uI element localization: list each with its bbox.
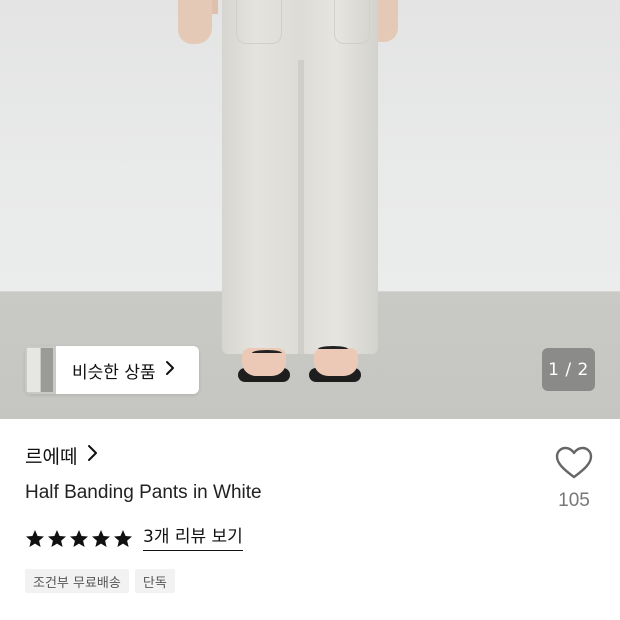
image-pants-left-leg [222,0,306,354]
star-filled-icon [48,530,66,547]
rating-row: 3개 리뷰 보기 [25,527,243,551]
product-tags: 조건부 무료배송 단독 [25,569,175,593]
product-image[interactable]: 비슷한 상품 1 / 2 [0,0,620,419]
chevron-right-icon [87,444,98,467]
image-sandal-strap-right [318,346,348,352]
tag-free-shipping: 조건부 무료배송 [25,569,129,593]
image-pocket-left [236,0,282,44]
brand-link[interactable]: 르에떼 [25,442,98,469]
similar-products-label-wrap: 비슷한 상품 [56,346,199,394]
similar-products-thumbnail [25,346,56,394]
product-title: Half Banding Pants in White [25,482,262,503]
image-sandal-strap-left [252,350,282,356]
like-button[interactable]: 105 [548,446,600,512]
review-link[interactable]: 3개 리뷰 보기 [143,527,243,551]
image-model-hand-left [178,0,212,44]
like-count: 105 [558,490,590,511]
chevron-right-icon [165,360,175,381]
image-pants-gap [298,60,304,354]
star-filled-icon [70,530,88,547]
image-page-indicator: 1 / 2 [542,348,595,391]
heart-outline-icon [555,446,593,479]
image-pocket-right [334,0,370,44]
image-pants-right-leg [302,0,378,354]
star-filled-icon [92,530,110,547]
tag-exclusive: 단독 [134,569,175,593]
similar-products-button[interactable]: 비슷한 상품 [25,346,199,394]
star-filled-icon [114,530,132,547]
brand-name: 르에떼 [25,446,78,468]
similar-products-label: 비슷한 상품 [72,362,156,383]
image-foot-right [314,348,358,376]
rating-stars [25,529,133,549]
star-filled-icon [26,530,44,547]
